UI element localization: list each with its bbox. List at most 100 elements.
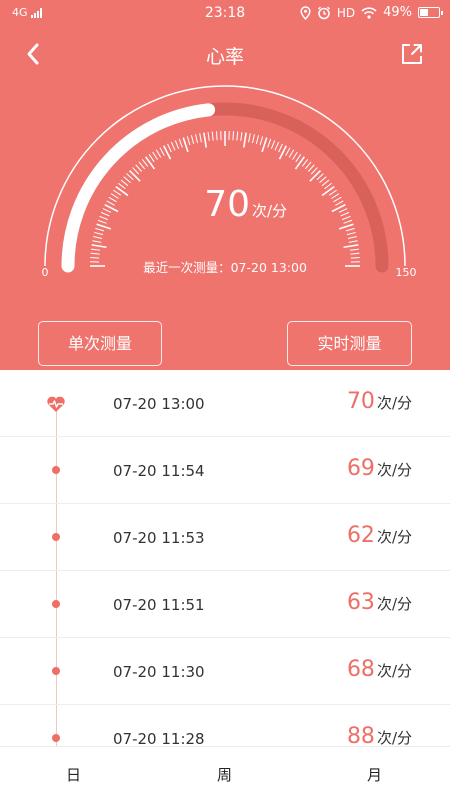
title-bar: 心率 (0, 34, 450, 74)
gauge-tick (341, 215, 351, 221)
gauge-tick (343, 244, 359, 249)
record-unit: 次/分 (376, 729, 412, 746)
tab-week[interactable]: 周 (217, 764, 232, 785)
gauge-tick (93, 236, 103, 239)
record-bpm: 62 (346, 523, 375, 548)
gauge-tick (248, 133, 251, 143)
gauge-tick (106, 200, 115, 206)
gauge-tick (118, 182, 126, 190)
gauge-tick (294, 156, 305, 170)
gauge-tick (338, 223, 354, 230)
timeline-dot (52, 734, 60, 742)
single-measure-button[interactable]: 单次测量 (38, 321, 162, 366)
gauge-tick (301, 159, 309, 167)
gauge-tick (186, 136, 191, 146)
timeline-dot (52, 600, 60, 608)
gauge-tick (170, 141, 176, 151)
gauge-tick (345, 227, 355, 232)
gauge-tick (141, 159, 149, 167)
gauge-tick (349, 248, 360, 251)
last-measure-text: 最近一次测量：07-20 13:00 (143, 260, 307, 275)
gauge-tick (110, 193, 119, 199)
gauge-tick (319, 176, 327, 184)
gauge-tick (338, 208, 348, 213)
hd-badge: HD (336, 5, 356, 20)
battery-fill (420, 9, 429, 16)
gauge-tick (95, 227, 105, 232)
status-icons: HD 49% (300, 5, 443, 20)
header-panel: 4G 23:18 HD 49% 心率 0 150 70 次/分 最近一次测量：0… (0, 0, 450, 370)
record-value: 62 次/分 (347, 523, 412, 548)
tab-month[interactable]: 月 (367, 764, 382, 785)
gauge-tick (252, 134, 255, 144)
gauge-tick (321, 179, 330, 187)
gauge-tick (316, 173, 324, 181)
gauge-tick (123, 176, 131, 184)
gauge-tick (309, 169, 322, 182)
gauge-tick (270, 140, 276, 150)
gauge-tick (102, 208, 112, 213)
wifi-icon (361, 6, 377, 19)
status-bar: 4G 23:18 HD 49% (0, 0, 450, 28)
tab-day[interactable]: 日 (66, 764, 81, 785)
gauge-tick (90, 252, 100, 255)
record-time: 07-20 11:53 (113, 529, 205, 547)
gauge-tick (178, 138, 183, 148)
gauge-tick (261, 137, 268, 153)
gauge-tick (343, 219, 353, 224)
record-list: 07-20 13:00 70 次/分 07-20 11:54 69 次/分 07… (0, 370, 450, 746)
gauge-tick (310, 167, 318, 175)
record-row[interactable]: 07-20 11:53 62 次/分 (0, 504, 450, 571)
page-title: 心率 (205, 46, 244, 68)
gauge-tick (182, 137, 189, 153)
gauge-tick (304, 161, 312, 170)
gauge-tick (113, 189, 122, 196)
heart-rate-gauge: 0 150 70 次/分 最近一次测量：07-20 13:00 (42, 85, 417, 279)
gauge-tick (211, 131, 214, 141)
gauge-tick (292, 151, 298, 160)
gauge-tick (324, 182, 332, 190)
gauge-tick (232, 131, 234, 141)
gauge-tick (148, 154, 155, 163)
record-row[interactable]: 07-20 11:30 68 次/分 (0, 638, 450, 705)
record-row[interactable]: 07-20 11:51 63 次/分 (0, 571, 450, 638)
gauge-tick (347, 236, 357, 239)
record-unit: 次/分 (376, 595, 412, 613)
record-bpm: 63 (346, 590, 375, 615)
gauge-value-arc (61, 103, 216, 273)
gauge-tick (340, 211, 350, 217)
gauge-tick (195, 134, 198, 144)
gauge-tick (203, 132, 208, 148)
gauge-tick (145, 156, 156, 170)
gauge-tick (331, 193, 340, 199)
gauge-tick (295, 154, 302, 163)
gauge-value: 70 (204, 184, 250, 225)
gauge-tick (335, 200, 344, 206)
record-row[interactable]: 07-20 11:54 69 次/分 (0, 437, 450, 504)
gauge-tick (267, 138, 272, 148)
timeline-dot (52, 533, 60, 541)
record-unit: 次/分 (376, 662, 412, 680)
realtime-measure-button[interactable]: 实时测量 (287, 321, 412, 366)
record-row[interactable]: 07-20 13:00 70 次/分 (0, 370, 450, 437)
gauge-tick (91, 244, 107, 249)
location-icon (300, 5, 311, 20)
gauge-tick (115, 186, 129, 197)
record-bpm: 70 (346, 389, 375, 414)
gauge-tick (108, 196, 117, 203)
record-value: 69 次/分 (347, 456, 412, 481)
gauge-tick (199, 133, 202, 143)
record-time: 07-20 11:30 (113, 663, 205, 681)
gauge-tick (135, 164, 143, 172)
gauge-tick (155, 149, 162, 158)
share-external-icon[interactable] (398, 40, 426, 68)
gauge-tick (92, 240, 102, 243)
gauge-tick (90, 257, 100, 259)
record-row[interactable]: 07-20 11:28 88 次/分 (0, 705, 450, 746)
gauge-tick (236, 131, 239, 141)
gauge-tick (278, 143, 283, 153)
gauge-tick (328, 189, 337, 196)
gauge-tick (128, 169, 141, 182)
record-value: 68 次/分 (347, 657, 412, 682)
gauge-tick (348, 240, 358, 243)
